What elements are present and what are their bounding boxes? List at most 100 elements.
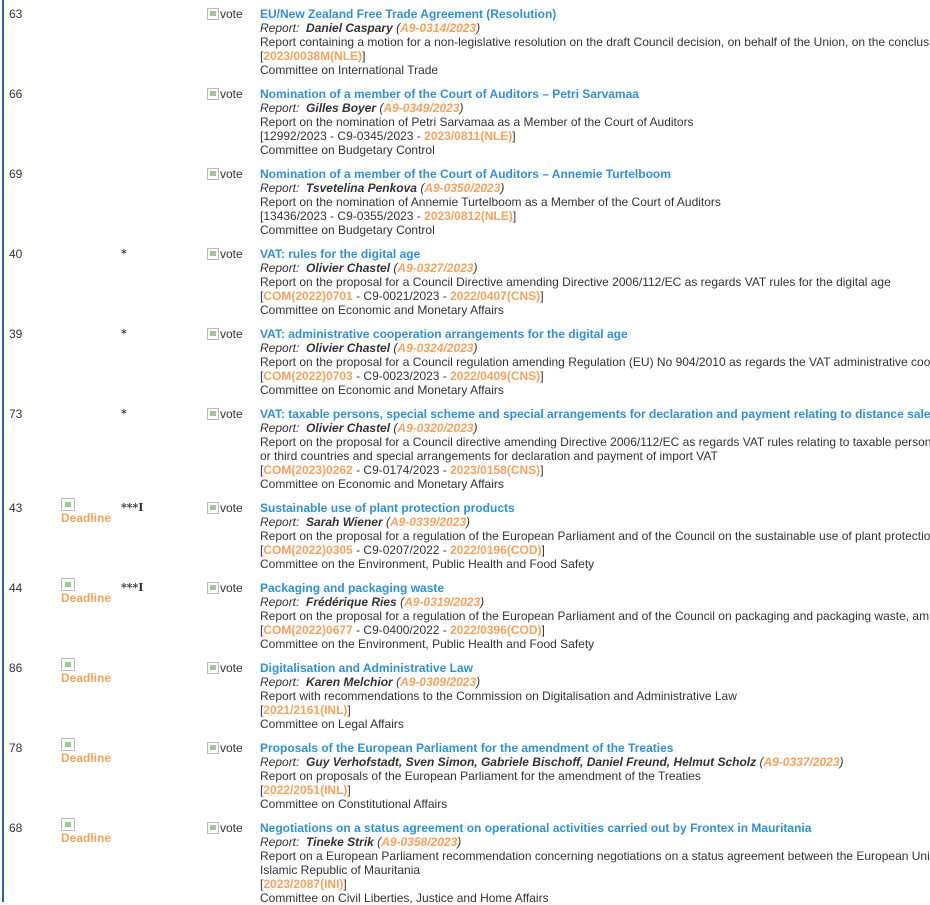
- references-line: [2023/2087(INI)]: [260, 877, 347, 891]
- procedure-type: *: [121, 407, 127, 420]
- procedure-file-link[interactable]: 2022/0196(COD): [450, 543, 541, 557]
- procedure-type: *: [121, 247, 127, 260]
- item-description: Report on proposals of the European Parl…: [260, 769, 701, 783]
- broken-image-icon: [207, 328, 219, 340]
- committee-name: Committee on Legal Affairs: [260, 717, 404, 731]
- procedure-file-link[interactable]: 2022/0407(CNS): [450, 289, 540, 303]
- rapporteur: Sarah Wiener: [306, 515, 383, 529]
- vote-icon[interactable]: vote: [207, 7, 243, 21]
- procedure-file-link[interactable]: 2022/0396(COD): [450, 623, 541, 637]
- report-prefix: Report:: [260, 261, 300, 275]
- vote-label: vote: [220, 501, 243, 515]
- procedure-file-link[interactable]: 2023/0812(NLE): [424, 209, 513, 223]
- item-title-link[interactable]: EU/New Zealand Free Trade Agreement (Res…: [260, 7, 930, 21]
- item-title-link[interactable]: Proposals of the European Parliament for…: [260, 741, 930, 755]
- procedure-file-link[interactable]: 2023/0038M(NLE): [263, 49, 362, 63]
- item-title-link[interactable]: Packaging and packaging waste: [260, 581, 930, 595]
- vote-icon[interactable]: vote: [207, 247, 243, 261]
- rapporteur: Karen Melchior: [306, 675, 393, 689]
- commission-doc-link[interactable]: COM(2022)0305: [263, 543, 352, 557]
- report-ref-link[interactable]: A9-0324/2023: [397, 341, 473, 355]
- procedure-type: ***I: [121, 581, 144, 594]
- references-middle: - C9-0400/2022 -: [352, 623, 451, 637]
- vote-label: vote: [220, 407, 243, 421]
- committee-name: Committee on the Environment, Public Hea…: [260, 637, 595, 651]
- report-ref-link[interactable]: A9-0349/2023: [383, 101, 459, 115]
- item-description: Islamic Republic of Mauritania: [260, 863, 421, 877]
- references-line: [COM(2022)0701 - C9-0021/2023 - 2022/040…: [260, 289, 544, 303]
- vote-icon[interactable]: vote: [207, 167, 243, 181]
- report-ref-link[interactable]: A9-0319/2023: [404, 595, 480, 609]
- vote-icon[interactable]: vote: [207, 501, 243, 515]
- report-prefix: Report:: [260, 595, 300, 609]
- procedure-file-link[interactable]: 2022/2051(INL): [263, 783, 347, 797]
- report-ref-link[interactable]: A9-0337/2023: [763, 755, 839, 769]
- item-title-link[interactable]: VAT: taxable persons, special scheme and…: [260, 407, 930, 421]
- left-border: [2, 0, 4, 902]
- item-content: EU/New Zealand Free Trade Agreement (Res…: [260, 7, 930, 77]
- item-title-link[interactable]: Nomination of a member of the Court of A…: [260, 87, 930, 101]
- item-description: Report on a European Parliament recommen…: [260, 849, 930, 863]
- procedure-file-link[interactable]: 2023/0811(NLE): [424, 129, 512, 143]
- item-content: Negotiations on a status agreement on op…: [260, 821, 930, 905]
- report-ref-link[interactable]: A9-0350/2023: [424, 181, 500, 195]
- references-prefix: 13436/2023 - C9-0355/2023 -: [263, 209, 425, 223]
- vote-icon[interactable]: vote: [207, 741, 243, 755]
- item-content: Packaging and packaging waste Report: Fré…: [260, 581, 930, 651]
- vote-icon[interactable]: vote: [207, 327, 243, 341]
- item-number: 66: [9, 87, 23, 101]
- item-description: Report on the nomination of Petri Sarvam…: [260, 115, 694, 129]
- procedure-file-link[interactable]: 2023/0158(CNS): [450, 463, 540, 477]
- report-prefix: Report:: [260, 515, 300, 529]
- item-number: 68: [9, 821, 23, 835]
- commission-doc-link[interactable]: COM(2022)0677: [263, 623, 352, 637]
- report-line: Report: Olivier Chastel (A9-0320/2023): [260, 421, 478, 435]
- item-title-link[interactable]: Negotiations on a status agreement on op…: [260, 821, 930, 835]
- vote-label: vote: [220, 661, 243, 675]
- references-prefix: 12992/2023 - C9-0345/2023 -: [263, 129, 425, 143]
- broken-image-icon: [207, 662, 219, 674]
- vote-icon[interactable]: vote: [207, 407, 243, 421]
- procedure-file-link[interactable]: 2023/2087(INI): [263, 877, 343, 891]
- item-title-link[interactable]: VAT: rules for the digital age: [260, 247, 930, 261]
- vote-icon[interactable]: vote: [207, 661, 243, 675]
- report-ref-link[interactable]: A9-0327/2023: [397, 261, 473, 275]
- item-title-link[interactable]: Digitalisation and Administrative Law: [260, 661, 930, 675]
- item-content: VAT: taxable persons, special scheme and…: [260, 407, 930, 491]
- committee-name: Committee on Economic and Monetary Affai…: [260, 477, 504, 491]
- item-description: Report with recommendations to the Commi…: [260, 689, 737, 703]
- item-title-link[interactable]: Nomination of a member of the Court of A…: [260, 167, 930, 181]
- report-ref-link[interactable]: A9-0358/2023: [381, 835, 457, 849]
- report-line: Report: Gilles Boyer (A9-0349/2023): [260, 101, 464, 115]
- report-ref-link[interactable]: A9-0314/2023: [400, 21, 476, 35]
- report-prefix: Report:: [260, 341, 300, 355]
- deadline-icon[interactable]: Deadline: [61, 818, 116, 845]
- commission-doc-link[interactable]: COM(2022)0703: [263, 369, 352, 383]
- references-line: [COM(2023)0262 - C9-0174/2023 - 2023/015…: [260, 463, 544, 477]
- item-description: Report on the proposal for a Council reg…: [260, 355, 930, 369]
- vote-icon[interactable]: vote: [207, 821, 243, 835]
- deadline-icon[interactable]: Deadline: [61, 738, 116, 765]
- vote-icon[interactable]: vote: [207, 87, 243, 101]
- committee-name: Committee on Constitutional Affairs: [260, 797, 448, 811]
- commission-doc-link[interactable]: COM(2023)0262: [263, 463, 352, 477]
- references-line: [2022/2051(INL)]: [260, 783, 351, 797]
- committee-name: Committee on the Environment, Public Hea…: [260, 557, 595, 571]
- report-line: Report: Karen Melchior (A9-0309/2023): [260, 675, 481, 689]
- report-ref-link[interactable]: A9-0309/2023: [400, 675, 476, 689]
- broken-image-icon: [207, 88, 219, 100]
- report-ref-link[interactable]: A9-0339/2023: [390, 515, 466, 529]
- deadline-icon[interactable]: Deadline: [61, 578, 116, 605]
- procedure-file-link[interactable]: 2022/0409(CNS): [450, 369, 540, 383]
- report-prefix: Report:: [260, 675, 300, 689]
- deadline-icon[interactable]: Deadline: [61, 498, 116, 525]
- rapporteur: Tineke Strik: [306, 835, 374, 849]
- item-title-link[interactable]: VAT: administrative cooperation arrangem…: [260, 327, 930, 341]
- committee-name: Committee on Civil Liberties, Justice an…: [260, 891, 549, 905]
- procedure-file-link[interactable]: 2021/2161(INL): [263, 703, 347, 717]
- deadline-icon[interactable]: Deadline: [61, 658, 116, 685]
- report-ref-link[interactable]: A9-0320/2023: [397, 421, 473, 435]
- item-title-link[interactable]: Sustainable use of plant protection prod…: [260, 501, 930, 515]
- commission-doc-link[interactable]: COM(2022)0701: [263, 289, 352, 303]
- vote-icon[interactable]: vote: [207, 581, 243, 595]
